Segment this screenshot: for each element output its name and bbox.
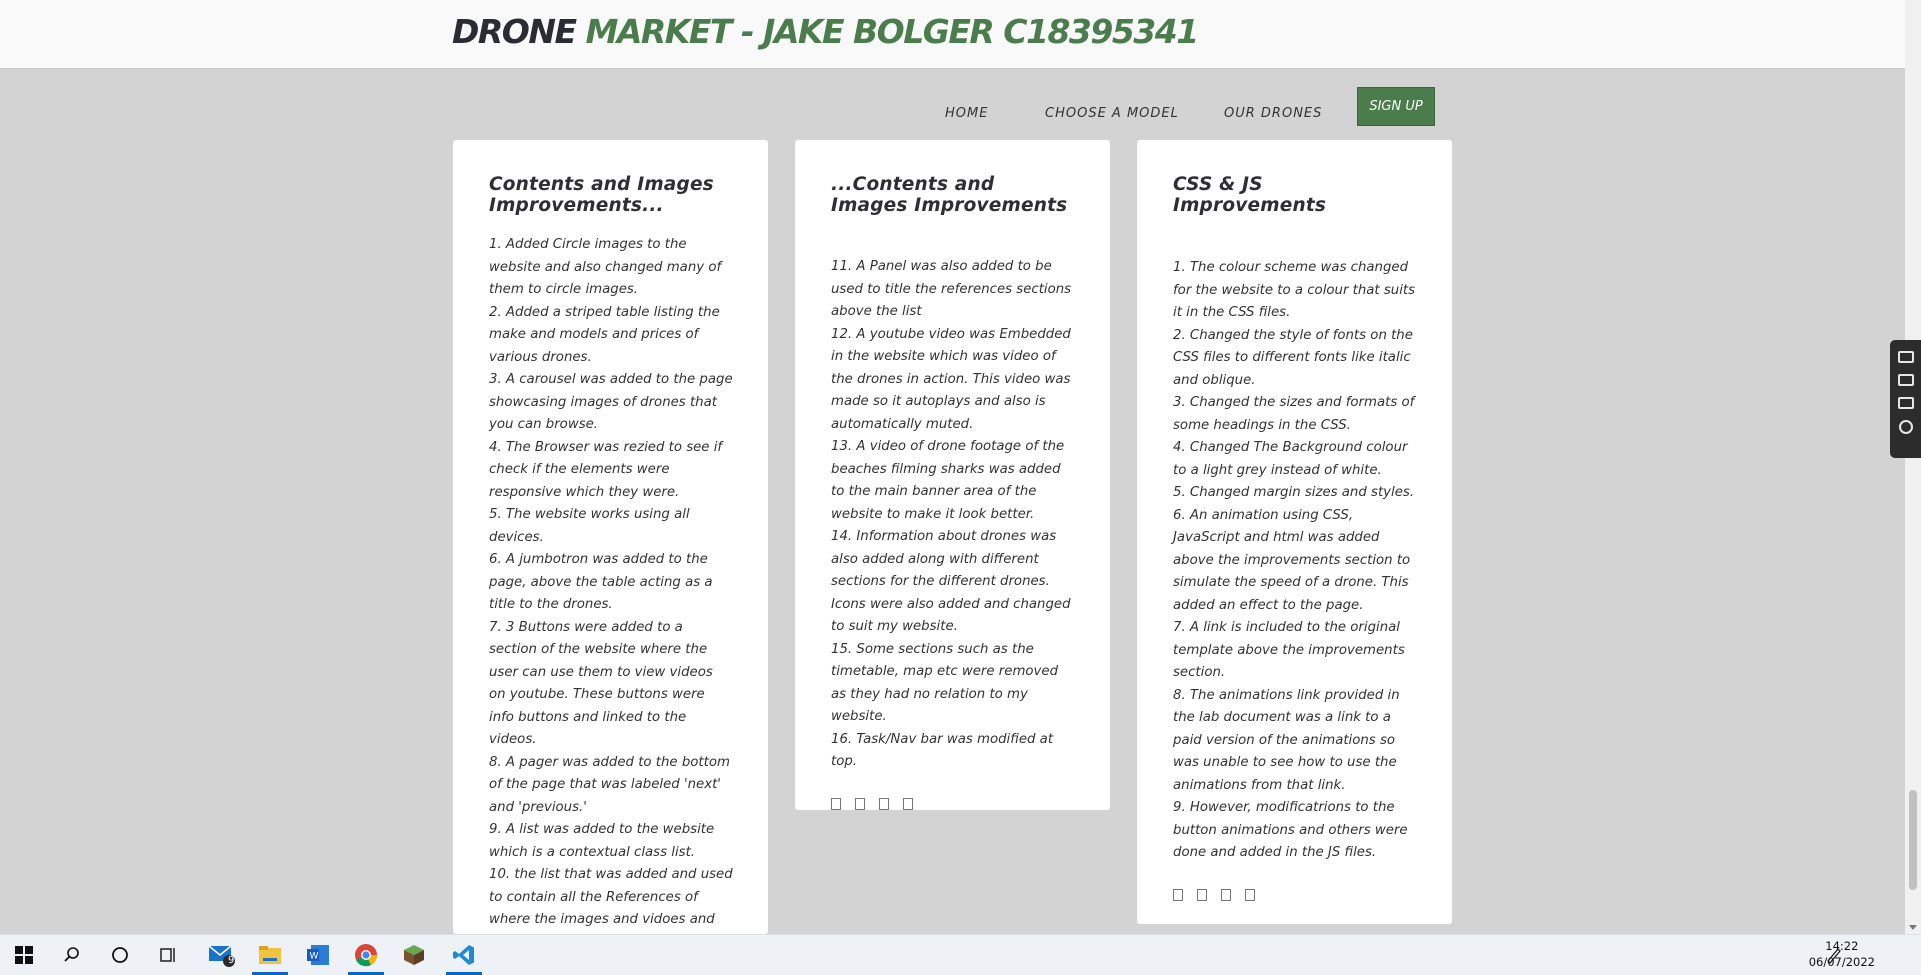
file-explorer-icon[interactable] [246, 935, 294, 975]
svg-text:W: W [310, 952, 319, 962]
settings-gear-icon[interactable] [1898, 420, 1913, 434]
cortana-icon[interactable] [96, 935, 144, 975]
mail-icon[interactable]: 9 [198, 935, 246, 975]
list-item: 9. However, modificatrions to the button… [1173, 800, 1408, 860]
card-body: 1. The colour scheme was changed for the… [1173, 257, 1417, 865]
site-title-market: MARKET - JAKE BOLGER C18395341 [585, 12, 1200, 51]
list-item: 5. Changed margin sizes and styles. [1173, 485, 1415, 500]
windows-start-icon[interactable] [0, 935, 48, 975]
signup-button[interactable]: SIGN UP [1357, 87, 1435, 126]
social-icon-2[interactable] [1197, 888, 1207, 901]
vscode-icon[interactable] [440, 935, 488, 975]
list-item: 2. Changed the style of fonts on the CSS… [1173, 327, 1413, 388]
list-item: 7. 3 Buttons were added to a section of … [489, 619, 713, 748]
word-icon[interactable]: W [294, 935, 342, 975]
card-title: ...Contents and Images Improvements [831, 174, 1068, 216]
list-item: 3. A carousel was added to the page show… [489, 372, 733, 432]
social-icon-4[interactable] [903, 797, 913, 810]
social-icon-4[interactable] [1245, 888, 1255, 901]
site-title-drone: DRONE [452, 12, 586, 51]
card-contents-images-2: ...Contents and Images Improvements 11. … [795, 140, 1110, 810]
list-item: 4. The Browser was rezied to see if chec… [489, 439, 723, 500]
site-header: DRONE MARKET - JAKE BOLGER C18395341 [0, 0, 1905, 69]
list-item: 16. Task/Nav bar was modified at top. [831, 731, 1054, 770]
nav-home[interactable]: HOME [945, 106, 988, 121]
card-contents-images-1: Contents and Images Improvements... 1. A… [453, 140, 768, 934]
list-item: 11. A Panel was also added to be used to… [831, 259, 1072, 319]
social-icon-2[interactable] [855, 797, 865, 810]
social-icon-3[interactable] [879, 797, 889, 810]
list-item: 7. A link is included to the original te… [1173, 620, 1405, 680]
list-item: 6. An animation using CSS, JavaScript an… [1173, 507, 1411, 613]
scrollbar-thumb[interactable] [1909, 790, 1917, 890]
page-scrollbar[interactable] [1905, 0, 1921, 934]
scroll-down-arrow-icon[interactable] [1909, 925, 1917, 930]
card-css-js: CSS & JS Improvements 1. The colour sche… [1137, 140, 1452, 924]
list-item: 15. Some sections such as the timetable,… [831, 641, 1059, 725]
mail-badge: 9 [228, 955, 235, 966]
card-title: Contents and Images Improvements... [489, 174, 714, 216]
social-icon-1[interactable] [1173, 888, 1183, 901]
video-icon[interactable] [1897, 374, 1914, 386]
system-clock[interactable]: 14:22 06/07/2022 [1809, 938, 1875, 970]
minecraft-icon[interactable] [390, 935, 438, 975]
camera-icon[interactable] [1897, 351, 1914, 363]
social-icons [1173, 888, 1417, 901]
list-item: 1. The colour scheme was changed for the… [1173, 260, 1416, 320]
list-item: 9. A list was added to the website which… [489, 822, 715, 860]
list-item: 14. Information about drones was also ad… [831, 529, 1071, 634]
card-body: 1. Added Circle images to the website an… [489, 234, 733, 934]
list-item: 2. Added a striped table listing the mak… [489, 304, 720, 365]
social-icons [831, 797, 1075, 810]
card-body: 11. A Panel was also added to be used to… [831, 256, 1075, 774]
list-item: 10. the list that was added and used to … [489, 867, 733, 927]
site-title[interactable]: DRONE MARKET - JAKE BOLGER C18395341 [452, 12, 1200, 51]
clock-date: 06/07/2022 [1808, 955, 1875, 969]
list-item: 6. A jumbotron was added to the page, ab… [489, 552, 713, 612]
windows-taskbar: 9 W 14:22 06/07/2022 [0, 934, 1921, 975]
nav-our-drones[interactable]: OUR DRONES [1224, 106, 1322, 121]
list-item: 8. The animations link provided in the l… [1173, 687, 1400, 793]
card-title: CSS & JS Improvements [1173, 174, 1327, 216]
social-icon-3[interactable] [1221, 888, 1231, 901]
list-item: 13. A video of drone footage of the beac… [831, 439, 1065, 522]
gallery-icon[interactable] [1897, 397, 1914, 409]
capture-toolbar [1890, 340, 1921, 458]
chrome-icon[interactable] [342, 935, 390, 975]
list-item: 3. Changed the sizes and formats of some… [1173, 395, 1415, 433]
list-item: 12. A youtube video was Embedded in the … [831, 326, 1071, 432]
list-item: 4. Changed The Background colour to a li… [1173, 440, 1408, 478]
search-icon[interactable] [48, 935, 96, 975]
list-item: 5. The website works using all devices. [489, 507, 690, 545]
list-item: 1. Added Circle images to the website an… [489, 237, 722, 297]
nav-choose-model[interactable]: CHOOSE A MODEL [1045, 106, 1179, 121]
list-item: 8. A pager was added to the bottom of th… [489, 754, 730, 815]
task-view-icon[interactable] [144, 935, 192, 975]
clock-time: 14:22 [1825, 939, 1859, 953]
social-icon-1[interactable] [831, 797, 841, 810]
